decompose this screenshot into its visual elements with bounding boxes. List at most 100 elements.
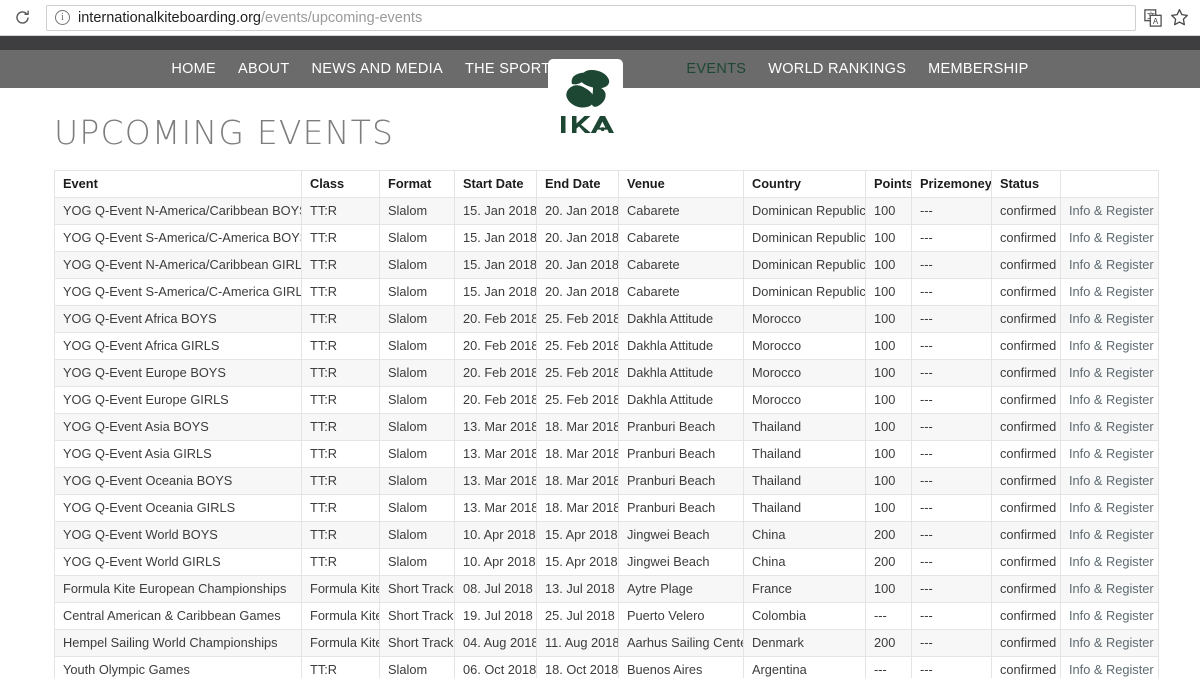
cell-class: TT:R xyxy=(301,440,380,468)
cell-venue: Dakhla Attitude xyxy=(618,332,744,360)
translate-icon[interactable]: 文 A xyxy=(1142,7,1164,29)
page-title: UPCOMING EVENTS xyxy=(54,113,395,152)
column-header-country[interactable]: Country xyxy=(743,170,866,198)
cell-class: TT:R xyxy=(301,548,380,576)
cell-info-register-link[interactable]: Info & Register xyxy=(1060,251,1159,279)
cell-info-register-link[interactable]: Info & Register xyxy=(1060,224,1159,252)
cell-info-register-link[interactable]: Info & Register xyxy=(1060,602,1159,630)
cell-country: Dominican Republic xyxy=(743,224,866,252)
cell-info-register-link[interactable]: Info & Register xyxy=(1060,440,1159,468)
cell-info-register-link[interactable]: Info & Register xyxy=(1060,629,1159,657)
cell-info-register-link[interactable]: Info & Register xyxy=(1060,278,1159,306)
cell-start-date: 06. Oct 2018 xyxy=(454,656,537,678)
url-path: /events/upcoming-events xyxy=(261,9,423,26)
column-header-status[interactable]: Status xyxy=(991,170,1061,198)
cell-country: Morocco xyxy=(743,332,866,360)
cell-class: Formula Kite xyxy=(301,602,380,630)
cell-country: Thailand xyxy=(743,413,866,441)
cell-class: TT:R xyxy=(301,656,380,678)
column-header-venue[interactable]: Venue xyxy=(618,170,744,198)
cell-class: Formula Kite xyxy=(301,575,380,603)
address-bar[interactable]: i internationalkiteboarding.org/events/u… xyxy=(46,4,1136,31)
cell-format: Slalom xyxy=(379,359,455,387)
cell-status: confirmed xyxy=(991,251,1061,279)
reload-icon[interactable] xyxy=(8,4,36,32)
table-row: Hempel Sailing World Championships Formul… xyxy=(54,629,1159,657)
cell-status: confirmed xyxy=(991,278,1061,306)
column-header-format[interactable]: Format xyxy=(379,170,455,198)
cell-end-date: 11. Aug 2018 xyxy=(536,629,619,657)
cell-format: Slalom xyxy=(379,332,455,360)
nav-item-events[interactable]: EVENTS xyxy=(686,61,746,77)
cell-points: 200 xyxy=(865,521,912,549)
column-header-end-date[interactable]: End Date xyxy=(536,170,619,198)
cell-start-date: 13. Mar 2018 xyxy=(454,413,537,441)
column-header-prizemoney[interactable]: Prizemoney xyxy=(911,170,992,198)
cell-info-register-link[interactable]: Info & Register xyxy=(1060,656,1159,678)
column-header-start-date[interactable]: Start Date xyxy=(454,170,537,198)
cell-venue: Dakhla Attitude xyxy=(618,359,744,387)
address-bar-url: internationalkiteboarding.org/events/upc… xyxy=(78,10,422,26)
cell-info-register-link[interactable]: Info & Register xyxy=(1060,359,1159,387)
nav-item-world-rankings[interactable]: WORLD RANKINGS xyxy=(768,61,906,77)
cell-venue: Aytre Plage xyxy=(618,575,744,603)
nav-item-home[interactable]: HOME xyxy=(171,61,216,77)
cell-event: Hempel Sailing World Championships xyxy=(54,629,302,657)
cell-points: 100 xyxy=(865,359,912,387)
cell-end-date: 20. Jan 2018 xyxy=(536,251,619,279)
nav-item-membership[interactable]: MEMBERSHIP xyxy=(928,61,1029,77)
table-row: YOG Q-Event N-America/Caribbean BOYS TT:R… xyxy=(54,197,1159,225)
cell-status: confirmed xyxy=(991,197,1061,225)
cell-points: --- xyxy=(865,602,912,630)
cell-info-register-link[interactable]: Info & Register xyxy=(1060,548,1159,576)
bookmark-star-icon[interactable] xyxy=(1168,7,1190,29)
cell-event: YOG Q-Event Asia GIRLS xyxy=(54,440,302,468)
nav-item-about[interactable]: ABOUT xyxy=(238,61,289,77)
cell-end-date: 20. Jan 2018 xyxy=(536,197,619,225)
cell-start-date: 13. Mar 2018 xyxy=(454,467,537,495)
nav-item-news-and-media[interactable]: NEWS AND MEDIA xyxy=(311,61,443,77)
column-header-class[interactable]: Class xyxy=(301,170,380,198)
cell-points: 100 xyxy=(865,494,912,522)
ika-logo[interactable] xyxy=(548,59,623,142)
cell-class: TT:R xyxy=(301,413,380,441)
cell-format: Short Track xyxy=(379,575,455,603)
cell-start-date: 20. Feb 2018 xyxy=(454,305,537,333)
cell-info-register-link[interactable]: Info & Register xyxy=(1060,305,1159,333)
cell-end-date: 18. Oct 2018 xyxy=(536,656,619,678)
cell-info-register-link[interactable]: Info & Register xyxy=(1060,386,1159,414)
cell-prizemoney: --- xyxy=(911,467,992,495)
cell-end-date: 25. Feb 2018 xyxy=(536,305,619,333)
cell-event: YOG Q-Event Asia BOYS xyxy=(54,413,302,441)
cell-event: Youth Olympic Games xyxy=(54,656,302,678)
cell-info-register-link[interactable]: Info & Register xyxy=(1060,575,1159,603)
site-navigation: HOME ABOUT NEWS AND MEDIA THE SPORT EVEN… xyxy=(0,50,1200,142)
table-row: YOG Q-Event Oceania BOYS TT:R Slalom 13. Ma… xyxy=(54,467,1159,495)
cell-end-date: 18. Mar 2018 xyxy=(536,494,619,522)
cell-points: 100 xyxy=(865,251,912,279)
cell-info-register-link[interactable]: Info & Register xyxy=(1060,467,1159,495)
cell-country: France xyxy=(743,575,866,603)
column-header-event[interactable]: Event xyxy=(54,170,302,198)
cell-class: TT:R xyxy=(301,332,380,360)
cell-country: Colombia xyxy=(743,602,866,630)
cell-status: confirmed xyxy=(991,575,1061,603)
nav-item-the-sport[interactable]: THE SPORT xyxy=(465,61,550,77)
cell-prizemoney: --- xyxy=(911,278,992,306)
cell-points: 100 xyxy=(865,332,912,360)
cell-format: Slalom xyxy=(379,224,455,252)
cell-status: confirmed xyxy=(991,413,1061,441)
cell-info-register-link[interactable]: Info & Register xyxy=(1060,521,1159,549)
cell-info-register-link[interactable]: Info & Register xyxy=(1060,494,1159,522)
cell-venue: Jingwei Beach xyxy=(618,521,744,549)
cell-end-date: 18. Mar 2018 xyxy=(536,440,619,468)
cell-class: TT:R xyxy=(301,386,380,414)
cell-info-register-link[interactable]: Info & Register xyxy=(1060,413,1159,441)
cell-event: YOG Q-Event Europe BOYS xyxy=(54,359,302,387)
cell-prizemoney: --- xyxy=(911,629,992,657)
cell-venue: Aarhus Sailing Center xyxy=(618,629,744,657)
site-info-icon[interactable]: i xyxy=(55,10,70,25)
column-header-points[interactable]: Points xyxy=(865,170,912,198)
cell-info-register-link[interactable]: Info & Register xyxy=(1060,332,1159,360)
cell-info-register-link[interactable]: Info & Register xyxy=(1060,197,1159,225)
